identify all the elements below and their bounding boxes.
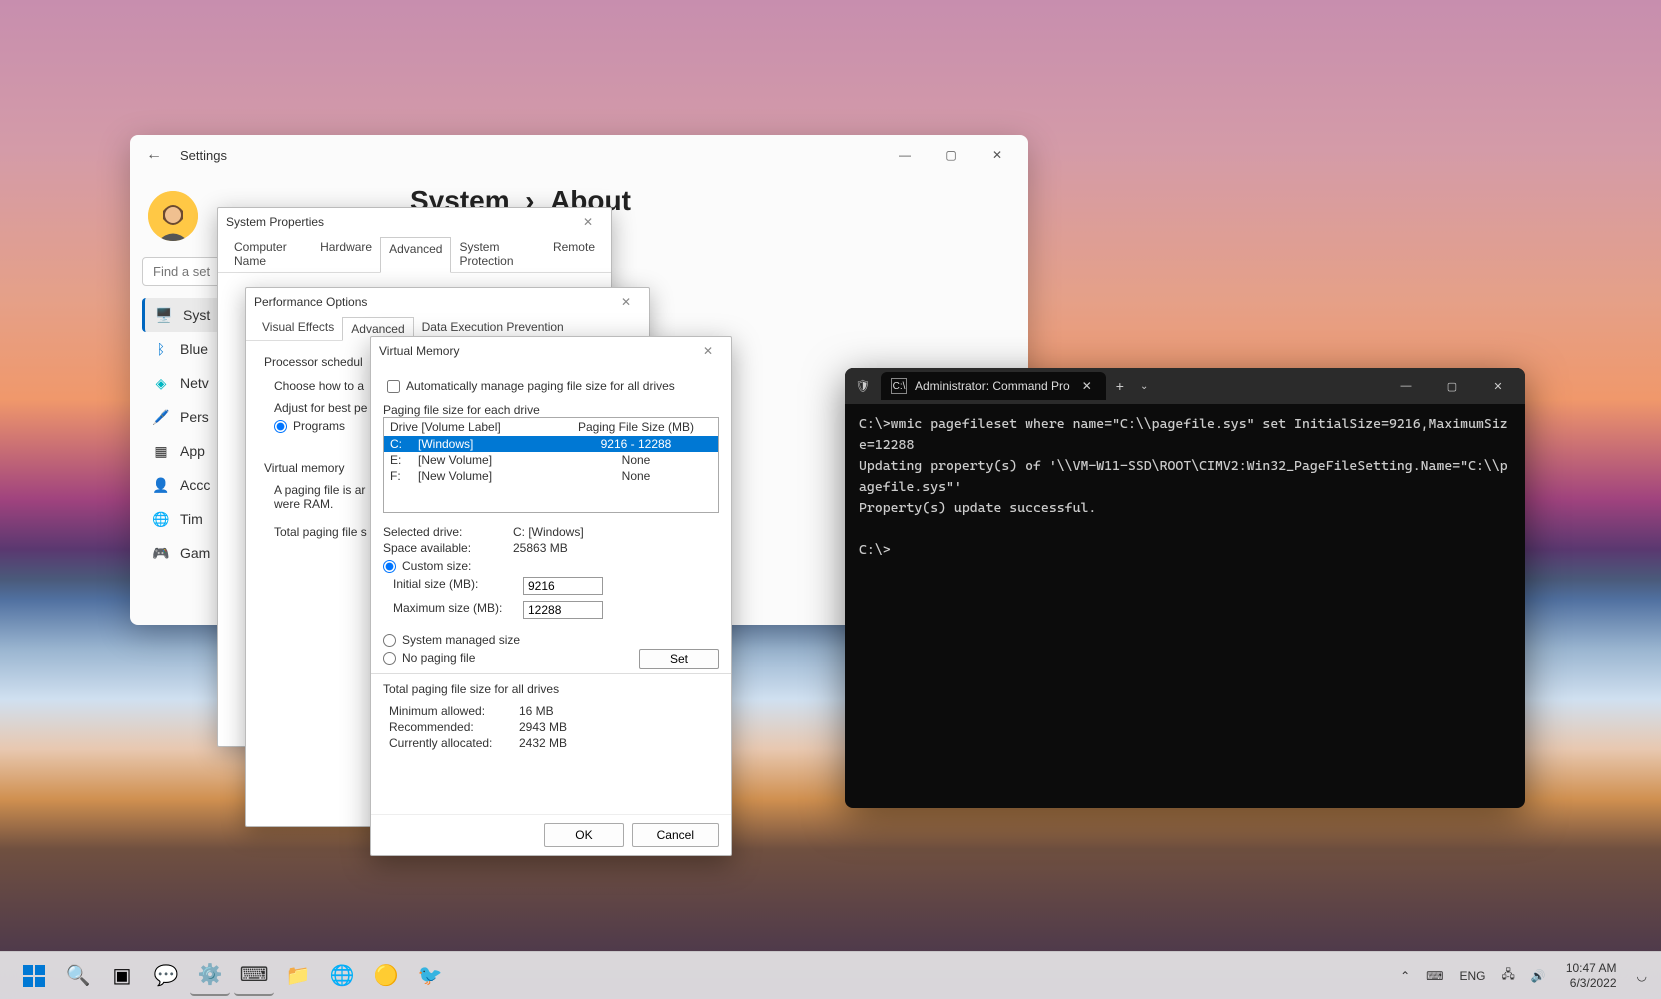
close-icon[interactable]: ✕ — [573, 215, 603, 229]
apps-icon: ▦ — [152, 442, 170, 460]
close-icon[interactable]: ✕ — [611, 295, 641, 309]
settings-titlebar: ← Settings — ▢ ✕ — [130, 135, 1028, 175]
tray-chevron-icon[interactable]: ⌃ — [1398, 965, 1412, 987]
sysprops-tabs: Computer Name Hardware Advanced System P… — [218, 236, 611, 273]
brush-icon: 🖊️ — [152, 408, 170, 426]
file-explorer-icon[interactable]: 📁 — [278, 956, 318, 996]
maximize-button[interactable]: ▢ — [928, 139, 974, 171]
settings-icon[interactable]: ⚙️ — [190, 956, 230, 996]
settings-title: Settings — [180, 148, 227, 163]
terminal-icon[interactable]: ⌨ — [234, 956, 274, 996]
task-view-button[interactable]: ▣ — [102, 956, 142, 996]
paging-each-label: Paging file size for each drive — [383, 403, 719, 417]
avatar — [148, 191, 198, 241]
edge-icon[interactable]: 🌐 — [322, 956, 362, 996]
back-button[interactable]: ← — [138, 139, 170, 171]
programs-radio[interactable] — [274, 420, 287, 433]
terminal-window: 🛡 C:\ Administrator: Command Pro ✕ + ⌄ —… — [845, 368, 1525, 808]
drive-row-c[interactable]: C:[Windows]9216 - 12288 — [384, 436, 718, 452]
close-button[interactable]: ✕ — [974, 139, 1020, 171]
sysprops-title: System Properties — [226, 215, 324, 229]
cmd-icon: C:\ — [891, 378, 907, 394]
taskbar: 🔍 ▣ 💬 ⚙️ ⌨ 📁 🌐 🟡 🐦 ⌃ ⌨ ENG 🖧 🔊 10:47 AM … — [0, 951, 1661, 999]
language-indicator[interactable]: ENG — [1457, 965, 1487, 987]
close-button[interactable]: ✕ — [1475, 371, 1521, 401]
terminal-tab[interactable]: C:\ Administrator: Command Pro ✕ — [881, 372, 1106, 400]
keyboard-icon[interactable]: ⌨ — [1424, 965, 1445, 987]
vmem-title: Virtual Memory — [379, 344, 459, 358]
tab-visual-effects[interactable]: Visual Effects — [254, 316, 342, 340]
drive-list: Drive [Volume Label] Paging File Size (M… — [383, 417, 719, 513]
tab-system-protection[interactable]: System Protection — [451, 236, 545, 272]
maximize-button[interactable]: ▢ — [1429, 371, 1475, 401]
clock-icon: 🌐 — [152, 510, 170, 528]
start-button[interactable] — [14, 956, 54, 996]
tab-hardware[interactable]: Hardware — [312, 236, 380, 272]
auto-manage-checkbox[interactable] — [387, 380, 400, 393]
person-icon: 👤 — [152, 476, 170, 494]
system-tray: ⌃ ⌨ ENG 🖧 🔊 10:47 AM 6/3/2022 ◡ — [1398, 961, 1649, 990]
max-size-input[interactable] — [523, 601, 603, 619]
drive-row-f[interactable]: F:[New Volume]None — [384, 468, 718, 484]
close-icon[interactable]: ✕ — [693, 344, 723, 358]
display-icon: 🖥️ — [155, 306, 173, 324]
perfopts-title: Performance Options — [254, 295, 367, 309]
set-button[interactable]: Set — [639, 649, 719, 669]
totals-title: Total paging file size for all drives — [383, 682, 719, 696]
virtual-memory-dialog: Virtual Memory✕ Automatically manage pag… — [370, 336, 732, 856]
minimize-button[interactable]: — — [882, 139, 928, 171]
ok-button[interactable]: OK — [544, 823, 623, 847]
tab-remote[interactable]: Remote — [545, 236, 603, 272]
search-button[interactable]: 🔍 — [58, 956, 98, 996]
tab-advanced[interactable]: Advanced — [380, 237, 451, 273]
gaming-icon: 🎮 — [152, 544, 170, 562]
custom-size-radio[interactable] — [383, 560, 396, 573]
chat-icon[interactable]: 💬 — [146, 956, 186, 996]
no-paging-radio[interactable] — [383, 652, 396, 665]
system-managed-radio[interactable] — [383, 634, 396, 647]
edge-canary-icon[interactable]: 🟡 — [366, 956, 406, 996]
volume-icon[interactable]: 🔊 — [1529, 965, 1548, 987]
clock[interactable]: 10:47 AM 6/3/2022 — [1560, 961, 1623, 990]
app-icon[interactable]: 🐦 — [410, 956, 450, 996]
wifi-icon: ◈ — [152, 374, 170, 392]
tab-close-icon[interactable]: ✕ — [1078, 379, 1096, 393]
terminal-titlebar: 🛡 C:\ Administrator: Command Pro ✕ + ⌄ —… — [845, 368, 1525, 404]
terminal-output[interactable]: C:\>wmic pagefileset where name="C:\\pag… — [845, 404, 1525, 808]
shield-icon: 🛡 — [849, 379, 877, 393]
new-tab-button[interactable]: + — [1106, 378, 1134, 394]
bluetooth-icon: ᛒ — [152, 340, 170, 358]
minimize-button[interactable]: — — [1383, 371, 1429, 401]
tab-dropdown-icon[interactable]: ⌄ — [1134, 381, 1154, 392]
drive-row-e[interactable]: E:[New Volume]None — [384, 452, 718, 468]
notifications-icon[interactable]: ◡ — [1635, 965, 1649, 987]
tab-computer-name[interactable]: Computer Name — [226, 236, 312, 272]
initial-size-input[interactable] — [523, 577, 603, 595]
cancel-button[interactable]: Cancel — [632, 823, 719, 847]
network-icon[interactable]: 🖧 — [1499, 961, 1516, 990]
